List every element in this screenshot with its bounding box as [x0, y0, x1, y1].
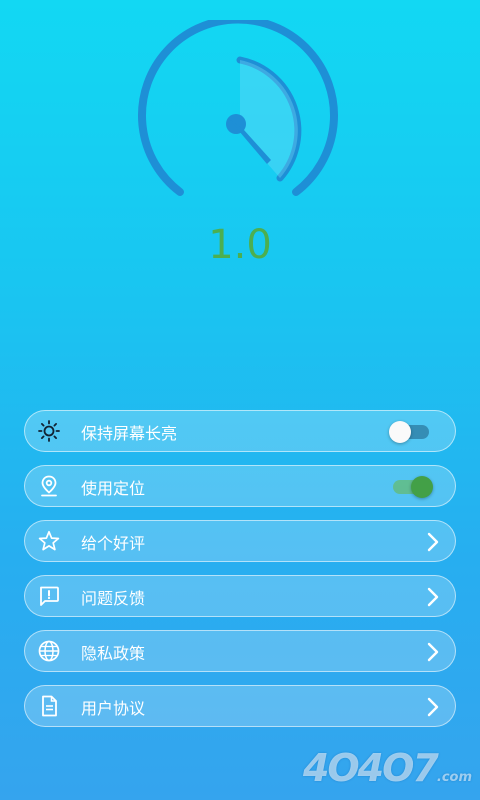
menu-item-label: 保持屏幕长亮: [81, 424, 178, 443]
globe-icon: [38, 640, 60, 662]
watermark-text: 4O4O7: [302, 746, 439, 790]
use-location-toggle[interactable]: [389, 476, 433, 498]
gauge-outer-arc: [138, 15, 338, 196]
gauge-dial: [138, 15, 338, 196]
watermark-logo: 4O4O7.com: [303, 746, 472, 790]
location-pin-icon: [41, 475, 57, 497]
chevron-right-icon: [427, 587, 439, 607]
chevron-right-icon: [427, 642, 439, 662]
chevron-right-icon: [427, 697, 439, 717]
chevron-right-icon: [427, 532, 439, 552]
sun-icon: [38, 420, 60, 442]
document-icon: [42, 695, 57, 717]
toggle-knob: [389, 421, 411, 443]
menu-item-label: 隐私政策: [81, 644, 146, 663]
watermark-suffix: .com: [436, 770, 472, 785]
toggle-knob: [411, 476, 433, 498]
menu-item-label: 给个好评: [81, 534, 146, 553]
speed-value: 1.0: [208, 222, 272, 268]
settings-menu: 保持屏幕长亮 使用定位 给个好评 问题反馈 隐私政策 用户协议: [24, 410, 456, 740]
feedback-icon: [40, 586, 59, 606]
menu-item-privacy-policy[interactable]: 隐私政策: [24, 630, 456, 672]
menu-item-keep-screen-on[interactable]: 保持屏幕长亮: [24, 410, 456, 452]
speedometer-gauge: [130, 15, 350, 210]
menu-item-use-location[interactable]: 使用定位: [24, 465, 456, 507]
menu-item-label: 使用定位: [81, 479, 146, 498]
star-icon: [38, 530, 60, 551]
menu-item-rate-app[interactable]: 给个好评: [24, 520, 456, 562]
menu-item-user-agreement[interactable]: 用户协议: [24, 685, 456, 727]
menu-item-label: 问题反馈: [81, 589, 146, 608]
menu-item-feedback[interactable]: 问题反馈: [24, 575, 456, 617]
menu-item-label: 用户协议: [81, 699, 146, 718]
keep-screen-on-toggle[interactable]: [389, 421, 431, 443]
